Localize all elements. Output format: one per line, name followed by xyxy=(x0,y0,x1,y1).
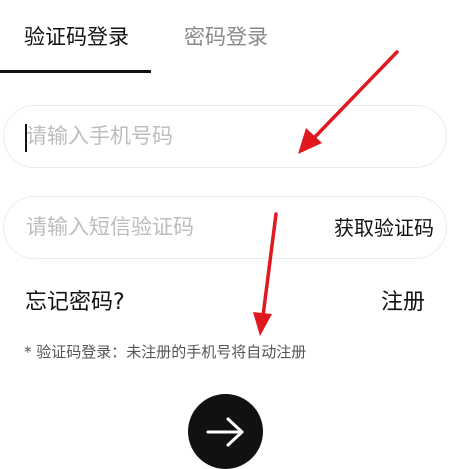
login-tabs: 验证码登录 密码登录 xyxy=(0,0,461,74)
phone-input[interactable] xyxy=(26,116,426,156)
register-link[interactable]: 注册 xyxy=(381,287,425,319)
sms-code-field[interactable]: 获取验证码 xyxy=(3,196,447,259)
submit-button[interactable] xyxy=(188,394,263,469)
tab-password-login[interactable]: 密码登录 xyxy=(184,22,268,52)
get-code-button[interactable]: 获取验证码 xyxy=(334,213,434,243)
sms-code-input[interactable] xyxy=(26,207,326,247)
phone-field[interactable] xyxy=(3,105,447,168)
forgot-password-link[interactable]: 忘记密码? xyxy=(25,287,125,319)
auto-register-hint: * 验证码登录：未注册的手机号将自动注册 xyxy=(24,343,307,361)
tab-sms-login[interactable]: 验证码登录 xyxy=(24,22,129,52)
active-tab-indicator xyxy=(0,70,151,73)
arrow-right-icon xyxy=(206,417,244,447)
